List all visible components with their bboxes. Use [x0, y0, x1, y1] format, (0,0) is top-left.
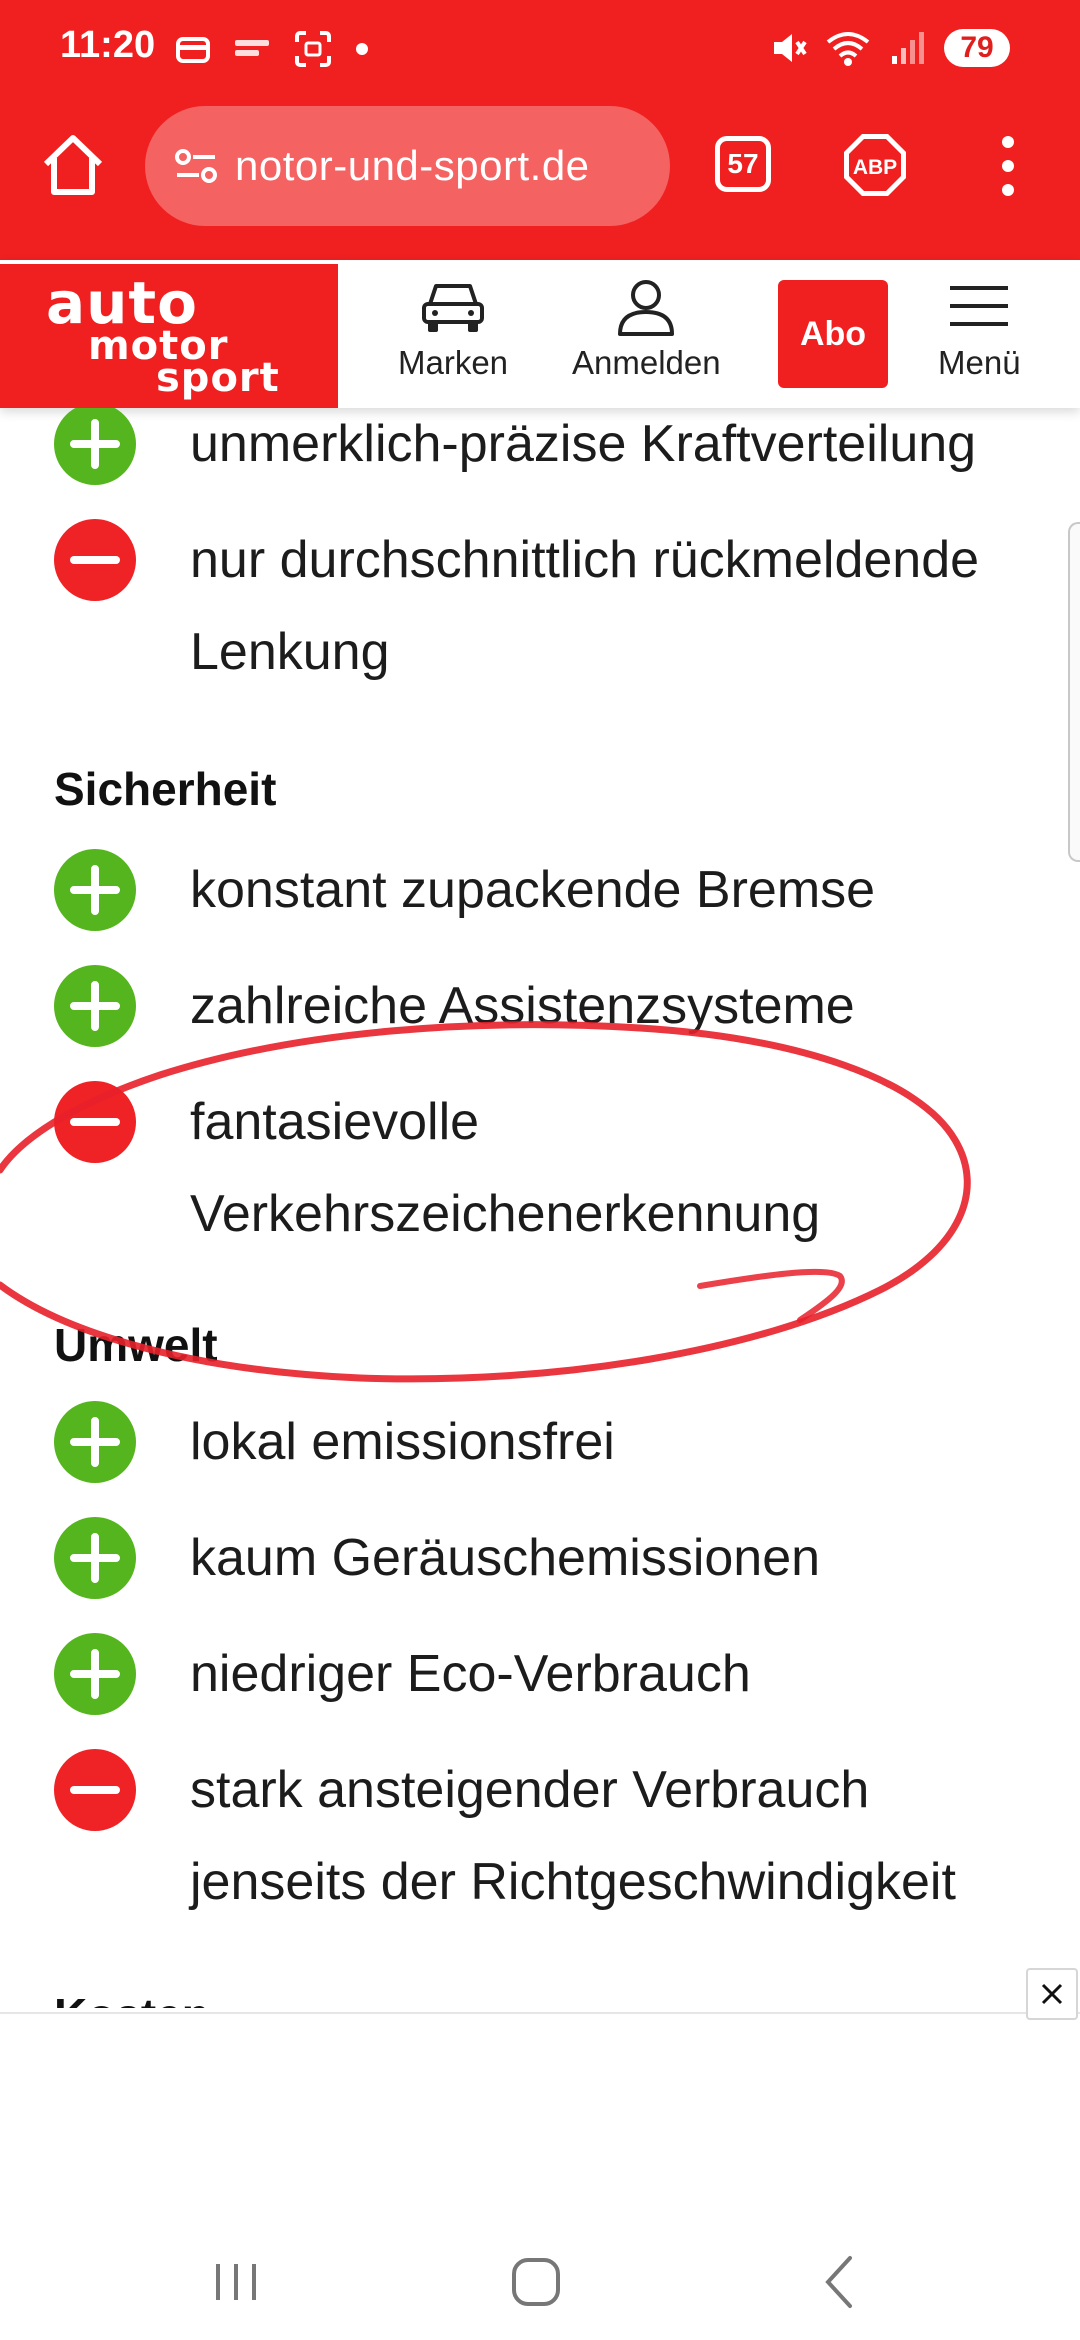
plus-icon	[54, 849, 136, 931]
ad-banner[interactable]	[0, 2012, 1080, 2222]
mute-icon	[774, 34, 807, 62]
item-text: unmerklich-präzise Kraftverteilung	[190, 415, 977, 473]
dot	[1002, 136, 1014, 148]
plus-icon	[54, 408, 136, 485]
minus-icon	[54, 1081, 136, 1163]
home-nav-icon[interactable]	[496, 2242, 576, 2322]
home-icon[interactable]	[38, 130, 108, 200]
item-text: fantasievolle Verkehrszeichenerkennung	[190, 1093, 821, 1243]
tabs-count-button[interactable]: 57	[715, 136, 771, 192]
dot-icon	[356, 43, 368, 55]
item-text: stark ansteigender Verbrauch jenseits de…	[190, 1761, 956, 1911]
abo-button[interactable]: Abo	[778, 280, 888, 388]
login-button[interactable]: Anmelden	[572, 278, 721, 382]
brands-button[interactable]: Marken	[398, 278, 508, 382]
car-icon	[422, 284, 485, 332]
browser-toolbar: notor-und-sport.de 57 ABP	[0, 100, 1080, 360]
close-icon	[1041, 1983, 1063, 2005]
status-left-icons	[175, 30, 369, 68]
signal-icon	[892, 32, 924, 64]
site-logo[interactable]: auto motor sport	[0, 264, 338, 408]
item-text: lokal emissionsfrei	[190, 1413, 615, 1471]
menu-button[interactable]: Menü	[938, 278, 1021, 382]
adblock-label: ABP	[853, 156, 897, 179]
logo-sport: sport	[156, 355, 280, 401]
wifi-icon	[826, 32, 870, 66]
system-nav-bar	[0, 2222, 1080, 2340]
url-text[interactable]: notor-und-sport.de	[235, 142, 590, 190]
plus-icon	[54, 1517, 136, 1599]
adblock-plus-icon[interactable]: ABP	[842, 132, 908, 198]
item-text: nur durchschnittlich rückmeldende Lenkun…	[190, 531, 980, 681]
section-title: Umwelt	[54, 1319, 218, 1371]
site-settings-icon[interactable]	[171, 141, 221, 191]
plus-icon	[54, 965, 136, 1047]
hamburger-icon	[950, 286, 1009, 326]
status-right-icons: 79	[768, 28, 1010, 68]
address-bar[interactable]: notor-und-sport.de	[145, 106, 670, 226]
wallet-icon	[176, 37, 210, 63]
status-bar: 11:20 79	[0, 0, 1080, 100]
dot	[1002, 160, 1014, 172]
item-text: niedriger Eco-Verbrauch	[190, 1645, 751, 1703]
minus-icon	[54, 1749, 136, 1831]
recent-apps-icon[interactable]	[196, 2242, 276, 2322]
section-title: Kosten	[54, 1988, 210, 2008]
more-options-button[interactable]	[996, 136, 1020, 196]
item-text: kaum Geräuschemissionen	[190, 1529, 821, 1587]
menu-label: Menü	[938, 344, 1021, 381]
battery-indicator: 79	[944, 29, 1010, 67]
back-icon[interactable]	[800, 2242, 880, 2322]
consorsbank-icon	[235, 40, 269, 56]
article-content: unmerklich-präzise Kraftverteilung nur d…	[0, 408, 1080, 2008]
plus-icon	[54, 1633, 136, 1715]
item-text: konstant zupackende Bremse	[190, 861, 876, 919]
section-title: Sicherheit	[54, 763, 277, 815]
user-icon	[618, 280, 675, 336]
item-text: zahlreiche Assistenzsysteme	[190, 977, 855, 1035]
close-ad-button[interactable]	[1026, 1968, 1078, 2020]
site-header: auto motor sport Marken Anmelden Abo Men…	[0, 260, 1080, 408]
brands-label: Marken	[398, 344, 509, 381]
login-label: Anmelden	[572, 344, 721, 381]
dot	[1002, 184, 1014, 196]
minus-icon	[54, 519, 136, 601]
status-time: 11:20	[60, 24, 156, 66]
plus-icon	[54, 1401, 136, 1483]
screenshot-icon	[295, 31, 331, 67]
scrollbar[interactable]	[1068, 522, 1080, 862]
